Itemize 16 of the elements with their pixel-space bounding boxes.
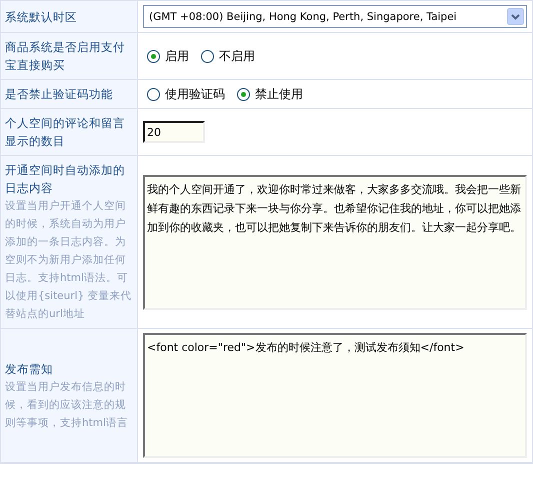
count-input[interactable]: 20 — [143, 121, 205, 143]
content-textarea[interactable]: <font color="red">发布的时候注意了，测试发布须知</font> — [143, 333, 527, 458]
setting-description: 设置当用户发布信息的时候，看到的应该注意的规则等事项，支持html语言 — [5, 380, 129, 430]
setting-label: 发布需知 — [5, 360, 54, 378]
radio-label: 启用 — [165, 48, 189, 64]
setting-label: 系统默认时区 — [5, 8, 78, 26]
setting-label: 商品系统是否启用支付宝直接购买 — [5, 39, 126, 74]
radio-label: 禁止使用 — [255, 86, 303, 102]
radio-label: 使用验证码 — [165, 86, 225, 102]
setting-description: 设置当用户开通个人空间的时候，系统自动为用户添加的一条日志内容。为空则不为新用户添加任何日志。支持html语法。可以使用{siteurl} 变量来代替站点的url地址 — [5, 199, 133, 322]
setting-label: 个人空间的评论和留言显示的数目 — [5, 115, 126, 150]
radio-label: 不启用 — [219, 48, 255, 64]
setting-label: 开通空间时自动添加的日志内容 — [5, 162, 126, 197]
content-textarea[interactable]: 我的个人空间开通了，欢迎你时常过来做客，大家多多交流哦。我会把一些新鲜有趣的东西记录下来一块与你分享。也希望你记住我的地址，你可以把她添加到你的收藏夹，也可以把她复制下来告诉你的朋友们。让大家一起分享吧。 — [143, 174, 527, 310]
setting-label: 是否禁止验证码功能 — [5, 86, 114, 103]
timezone-select[interactable]: (GMT +08:00) Beijing, Hong Kong, Perth, Singapore, Taipei — [143, 5, 527, 28]
